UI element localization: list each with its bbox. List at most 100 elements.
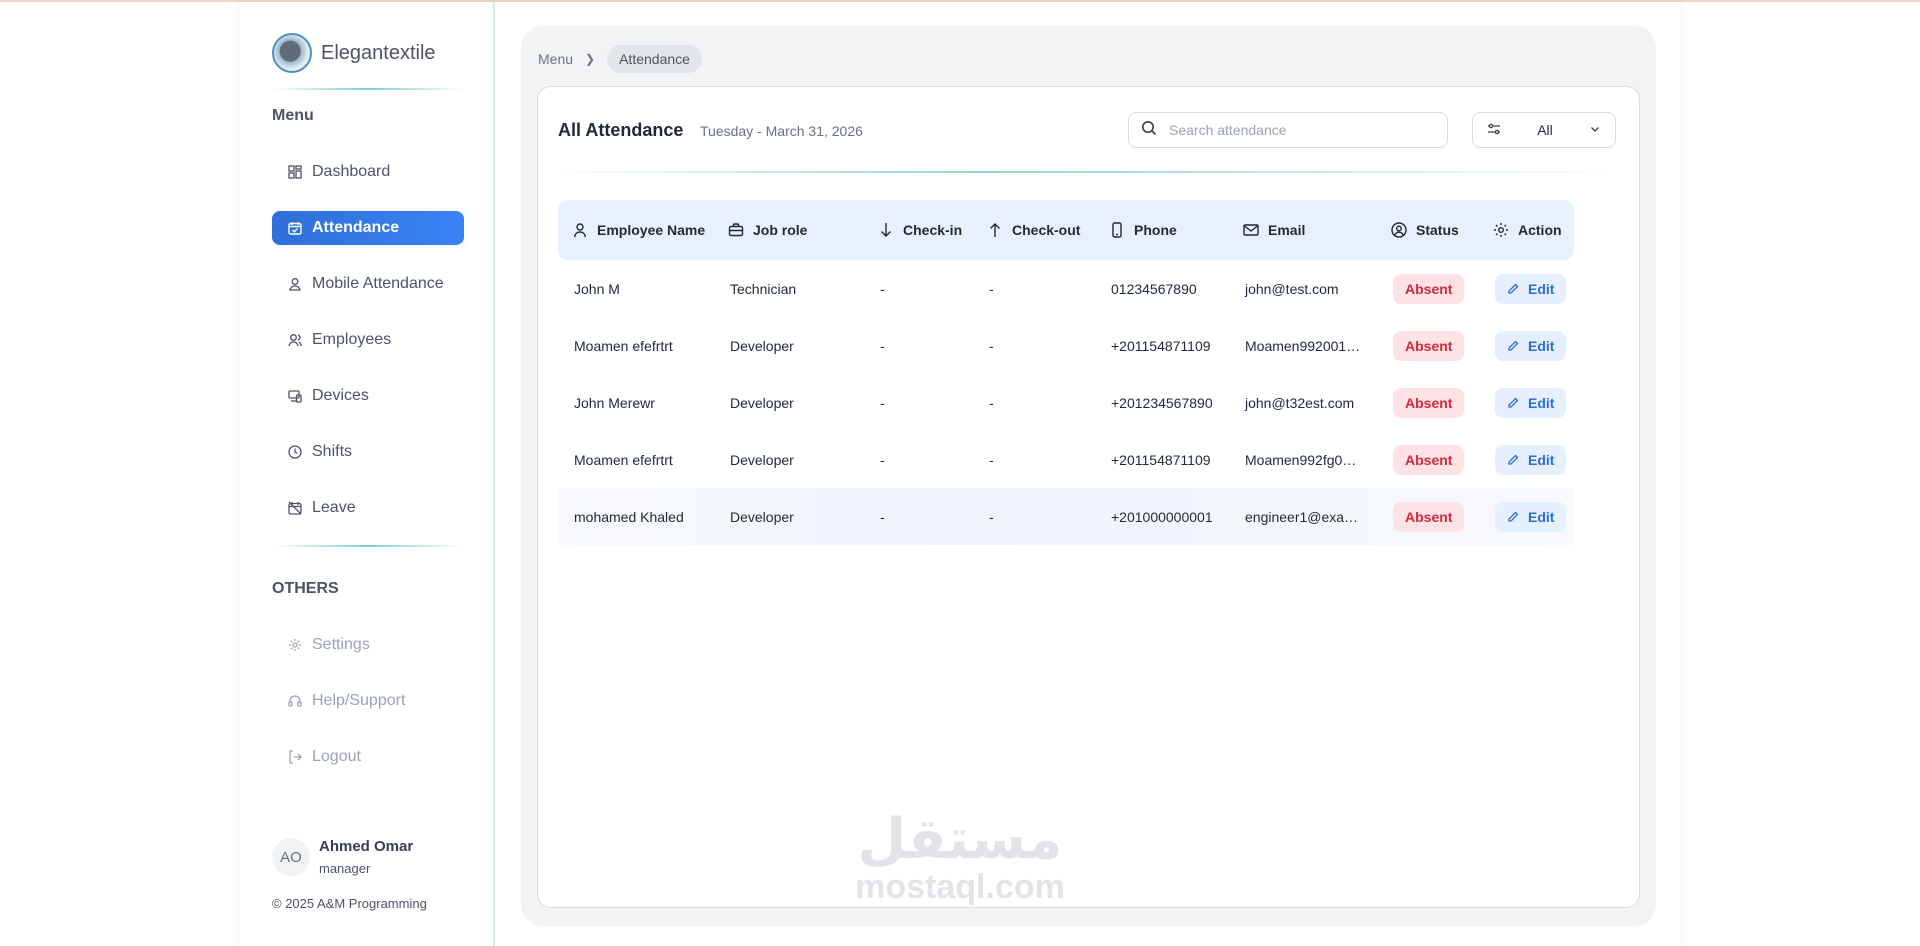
- status-filter-select[interactable]: All: [1472, 112, 1616, 148]
- others-section-label: OTHERS: [272, 580, 339, 597]
- cell-email: engineer1@exa…: [1245, 508, 1359, 525]
- sidebar-item-label: Devices: [312, 387, 369, 404]
- brand[interactable]: Elegantextile: [272, 33, 436, 73]
- edit-button[interactable]: Edit: [1495, 501, 1567, 532]
- cell-check-in: -: [880, 508, 885, 525]
- column-job-role[interactable]: Job role: [714, 222, 864, 238]
- cell-job-role: Developer: [730, 451, 794, 468]
- search-input[interactable]: [1169, 122, 1429, 138]
- column-check-out[interactable]: Check-out: [973, 222, 1095, 238]
- cell-status: Absent: [1377, 501, 1479, 532]
- calendar-check-icon: [288, 221, 302, 235]
- page-title: All Attendance: [558, 120, 684, 140]
- edit-label: Edit: [1528, 280, 1555, 297]
- sidebar-item-dashboard[interactable]: Dashboard: [272, 155, 464, 189]
- cell-check-in: -: [880, 394, 885, 411]
- breadcrumb-root[interactable]: Menu: [538, 51, 573, 67]
- filter-icon: [1487, 122, 1501, 139]
- status-badge: Absent: [1393, 330, 1465, 361]
- sidebar-item-settings[interactable]: Settings: [272, 628, 464, 662]
- chevron-right-icon: ❯: [585, 52, 596, 66]
- status-badge: Absent: [1393, 501, 1465, 532]
- sidebar-item-employees[interactable]: Employees: [272, 323, 464, 357]
- sidebar-item-help-support[interactable]: Help/Support: [272, 684, 464, 718]
- edit-button[interactable]: Edit: [1495, 273, 1567, 304]
- sidebar-item-shifts[interactable]: Shifts: [272, 435, 464, 469]
- cell-check-in: -: [880, 337, 885, 354]
- chevron-down-icon: [1589, 122, 1601, 138]
- arrow-down-icon: [881, 223, 891, 237]
- table-row: John Merewr Developer - - +201234567890 john@…: [558, 374, 1574, 431]
- column-action[interactable]: Action: [1479, 222, 1574, 238]
- headset-icon: [288, 694, 302, 708]
- cell-status: Absent: [1377, 330, 1479, 361]
- sidebar-item-leave[interactable]: Leave: [272, 491, 464, 525]
- cell-action: Edit: [1479, 444, 1574, 475]
- user-name: Ahmed Omar: [319, 838, 414, 855]
- table-row: John M Technician - - 01234567890 john@test.c…: [558, 260, 1574, 317]
- sidebar-item-logout[interactable]: Logout: [272, 740, 464, 774]
- pencil-icon: [1508, 511, 1519, 522]
- pencil-icon: [1508, 283, 1519, 294]
- pencil-icon: [1508, 397, 1519, 408]
- cell-action: Edit: [1479, 273, 1574, 304]
- user-profile[interactable]: AO Ahmed Omar manager: [272, 838, 413, 876]
- cell-check-out: -: [989, 508, 994, 525]
- edit-label: Edit: [1528, 451, 1555, 468]
- sidebar-item-attendance[interactable]: Attendance: [272, 211, 464, 245]
- sidebar-item-label: Help/Support: [312, 692, 406, 709]
- copyright: © 2025 A&M Programming: [272, 896, 427, 911]
- cell-status: Absent: [1377, 444, 1479, 475]
- breadcrumb: Menu ❯ Attendance: [538, 45, 702, 73]
- cell-email: john@test.com: [1245, 280, 1339, 297]
- column-status[interactable]: Status: [1377, 222, 1479, 238]
- sidebar-item-label: Dashboard: [312, 163, 391, 180]
- briefcase-icon: [728, 223, 744, 237]
- column-email[interactable]: Email: [1229, 222, 1377, 238]
- current-date: Tuesday - March 31, 2026: [700, 123, 863, 139]
- cell-job-role: Developer: [730, 394, 794, 411]
- sidebar-item-label: Attendance: [312, 219, 400, 236]
- column-phone[interactable]: Phone: [1095, 222, 1229, 238]
- phone-icon: [1112, 222, 1122, 238]
- sidebar-item-label: Settings: [312, 636, 370, 653]
- column-employee-name[interactable]: Employee Name: [558, 222, 714, 238]
- location-person-icon: [288, 277, 302, 291]
- edit-button[interactable]: Edit: [1495, 330, 1567, 361]
- table-row: mohamed Khaled Developer - - +201000000001 en…: [558, 488, 1574, 545]
- filter-value: All: [1537, 122, 1553, 138]
- cell-action: Edit: [1479, 501, 1574, 532]
- brand-name: Elegantextile: [321, 41, 436, 64]
- pencil-icon: [1508, 340, 1519, 351]
- gear-icon: [288, 638, 302, 652]
- sidebar-item-devices[interactable]: Devices: [272, 379, 464, 413]
- sidebar-item-label: Leave: [312, 499, 356, 516]
- logout-icon: [288, 750, 302, 764]
- cell-action: Edit: [1479, 387, 1574, 418]
- attendance-table: Employee Name Job role Check-in Check-ou…: [558, 200, 1574, 545]
- attendance-card: All Attendance Tuesday - March 31, 2026 …: [537, 86, 1640, 908]
- sidebar-item-label: Logout: [312, 748, 361, 765]
- status-badge: Absent: [1393, 444, 1465, 475]
- user-role: manager: [319, 861, 371, 876]
- cell-phone: 01234567890: [1111, 280, 1197, 297]
- edit-button[interactable]: Edit: [1495, 387, 1567, 418]
- table-row: Moamen efefrtrt Developer - - +201154871109 M…: [558, 317, 1574, 374]
- cell-status: Absent: [1377, 387, 1479, 418]
- cell-job-role: Developer: [730, 337, 794, 354]
- cell-employee-name: Moamen efefrtrt: [574, 451, 673, 468]
- table-row: Moamen efefrtrt Developer - - +201154871109 M…: [558, 431, 1574, 488]
- cell-status: Absent: [1377, 273, 1479, 304]
- column-check-in[interactable]: Check-in: [864, 222, 973, 238]
- clock-icon: [288, 445, 302, 459]
- mail-icon: [1243, 224, 1259, 236]
- cell-job-role: Technician: [730, 280, 797, 297]
- edit-button[interactable]: Edit: [1495, 444, 1567, 475]
- search-box[interactable]: [1128, 112, 1448, 148]
- cell-check-in: -: [880, 451, 885, 468]
- search-icon: [1141, 120, 1157, 141]
- sidebar-item-mobile-attendance[interactable]: Mobile Attendance: [272, 267, 464, 301]
- cell-check-out: -: [989, 451, 994, 468]
- gear-icon: [1494, 223, 1508, 237]
- user-circle-icon: [1391, 222, 1407, 238]
